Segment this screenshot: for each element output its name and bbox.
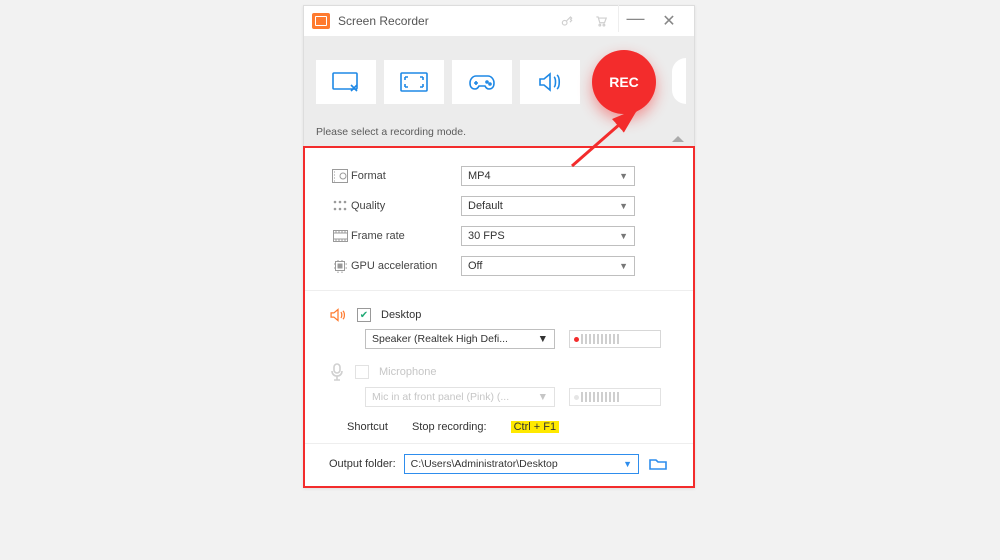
- select-output-folder[interactable]: C:\Users\Administrator\Desktop ▼: [404, 454, 639, 474]
- select-quality[interactable]: Default ▼: [461, 196, 635, 216]
- mic-audio-header: Microphone: [329, 363, 669, 381]
- key-icon[interactable]: [550, 7, 584, 35]
- mic-icon: [329, 363, 345, 381]
- mic-label: Microphone: [379, 366, 436, 378]
- mode-bar: REC Please select a recording mode.: [304, 36, 694, 146]
- recorder-window: Screen Recorder — ✕ REC: [303, 5, 695, 488]
- label-fps: Frame rate: [351, 230, 461, 242]
- shortcut-label: Shortcut: [347, 421, 388, 433]
- select-desktop-device[interactable]: Speaker (Realtek High Defi... ▼: [365, 329, 555, 349]
- film-icon: [329, 230, 351, 242]
- shortcut-row: Shortcut Stop recording: Ctrl + F1: [347, 421, 669, 433]
- chevron-down-icon: ▼: [619, 261, 628, 271]
- chevron-down-icon: ▼: [619, 231, 628, 241]
- desktop-label: Desktop: [381, 309, 421, 321]
- gear-film-icon: [329, 169, 351, 183]
- expand-triangle-icon[interactable]: [672, 136, 684, 142]
- label-quality: Quality: [351, 200, 461, 212]
- chevron-down-icon: ▼: [538, 391, 548, 403]
- rec-overflow-decor: [672, 58, 686, 104]
- chevron-down-icon: ▼: [538, 333, 548, 345]
- row-quality: Quality Default ▼: [329, 196, 669, 216]
- chip-icon: [329, 259, 351, 273]
- select-fps[interactable]: 30 FPS ▼: [461, 226, 635, 246]
- mic-checkbox[interactable]: [355, 365, 369, 379]
- record-button[interactable]: REC: [592, 50, 656, 114]
- mode-fullscreen[interactable]: [384, 60, 444, 104]
- output-label: Output folder:: [329, 458, 396, 470]
- shortcut-keys: Ctrl + F1: [511, 421, 559, 433]
- desktop-audio-row: Speaker (Realtek High Defi... ▼: [365, 329, 669, 349]
- chevron-down-icon: ▼: [623, 459, 632, 469]
- chevron-down-icon: ▼: [619, 171, 628, 181]
- chevron-down-icon: ▼: [619, 201, 628, 211]
- close-button[interactable]: ✕: [652, 7, 686, 35]
- row-format: Format MP4 ▼: [329, 166, 669, 186]
- label-format: Format: [351, 170, 461, 182]
- label-gpu: GPU acceleration: [351, 260, 461, 272]
- desktop-checkbox[interactable]: ✔: [357, 308, 371, 322]
- row-fps: Frame rate 30 FPS ▼: [329, 226, 669, 246]
- app-title: Screen Recorder: [338, 14, 429, 28]
- row-gpu: GPU acceleration Off ▼: [329, 256, 669, 276]
- speaker-icon: [329, 307, 347, 323]
- quality-icon: [329, 200, 351, 212]
- mode-hint: Please select a recording mode.: [316, 126, 682, 138]
- settings-panel: Format MP4 ▼ Quality Default ▼ Frame rat…: [303, 146, 695, 488]
- minimize-button[interactable]: —: [618, 4, 652, 32]
- mode-region[interactable]: [316, 60, 376, 104]
- titlebar: Screen Recorder — ✕: [304, 6, 694, 36]
- mic-audio-row: Mic in at front panel (Pink) (... ▼: [365, 387, 669, 407]
- output-row: Output folder: C:\Users\Administrator\De…: [329, 454, 669, 474]
- record-label: REC: [609, 74, 639, 90]
- select-gpu[interactable]: Off ▼: [461, 256, 635, 276]
- browse-folder-button[interactable]: [647, 455, 669, 473]
- shortcut-action: Stop recording:: [412, 421, 487, 433]
- divider: [305, 290, 693, 291]
- select-mic-device[interactable]: Mic in at front panel (Pink) (... ▼: [365, 387, 555, 407]
- mic-level-meter: [569, 388, 661, 406]
- mode-game[interactable]: [452, 60, 512, 104]
- desktop-level-meter: [569, 330, 661, 348]
- divider: [305, 443, 693, 444]
- desktop-audio-header: ✔ Desktop: [329, 307, 669, 323]
- mode-audio[interactable]: [520, 60, 580, 104]
- select-format[interactable]: MP4 ▼: [461, 166, 635, 186]
- cart-icon[interactable]: [584, 7, 618, 35]
- app-icon: [312, 13, 330, 29]
